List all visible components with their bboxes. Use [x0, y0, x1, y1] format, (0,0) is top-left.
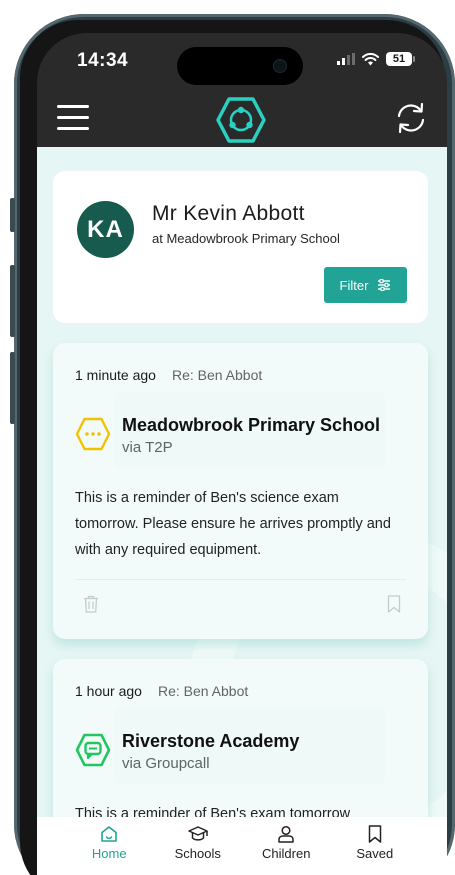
- tab-children[interactable]: Children: [246, 825, 326, 875]
- message-card[interactable]: 1 hour ago Re: Ben Abbot Riverstone Acad…: [53, 659, 428, 817]
- user-school: at Meadowbrook Primary School: [152, 231, 340, 246]
- status-bar: 14:34 51: [37, 33, 447, 93]
- trash-icon[interactable]: [83, 595, 99, 613]
- sender-via: via Groupcall: [122, 755, 210, 772]
- tab-schools[interactable]: Schools: [158, 825, 238, 875]
- bottom-tab-bar: Home Schools Children Saved: [37, 817, 447, 875]
- tab-label: Children: [262, 846, 311, 861]
- person-icon: [278, 825, 294, 843]
- divider: [75, 579, 406, 580]
- user-name: Mr Kevin Abbott: [152, 202, 305, 225]
- tab-label: Saved: [356, 846, 394, 861]
- hexagon-chat-icon: [75, 733, 111, 767]
- phone-side-button: [10, 198, 15, 232]
- tab-saved[interactable]: Saved: [335, 825, 415, 875]
- signal-icon: [337, 53, 355, 65]
- sliders-icon: [378, 279, 391, 291]
- phone-side-button: [10, 352, 15, 424]
- avatar: KA: [77, 201, 134, 258]
- filter-label: Filter: [339, 277, 369, 293]
- message-meta: 1 minute ago Re: Ben Abbot: [75, 367, 262, 383]
- message-subject: Re: Ben Abbot: [157, 683, 249, 699]
- refresh-icon[interactable]: [394, 101, 428, 135]
- app-screen: 14:34 51 KA Mr Kevin Abbott at Meadowbro…: [37, 33, 447, 875]
- profile-card: KA Mr Kevin Abbott at Meadowbrook Primar…: [53, 171, 428, 323]
- filter-button[interactable]: Filter: [324, 267, 407, 303]
- hamburger-menu-icon[interactable]: [57, 105, 89, 131]
- phone-side-button: [10, 265, 15, 337]
- bookmark-icon[interactable]: [387, 595, 401, 613]
- app-header: [37, 93, 447, 147]
- wifi-icon: [362, 52, 379, 65]
- message-meta: 1 hour ago Re: Ben Abbot: [75, 683, 248, 699]
- hexagon-dots-icon: [75, 417, 111, 451]
- battery-icon: 51: [386, 52, 415, 66]
- sender-via: via T2P: [122, 439, 173, 456]
- message-time: 1 hour ago: [75, 683, 142, 699]
- status-icons: 51: [337, 52, 415, 66]
- tab-label: Home: [91, 846, 127, 861]
- dynamic-island: [177, 47, 303, 85]
- message-card[interactable]: 1 minute ago Re: Ben Abbot Meadowbrook P…: [53, 343, 428, 639]
- tab-home[interactable]: Home: [69, 825, 149, 875]
- message-feed[interactable]: KA Mr Kevin Abbott at Meadowbrook Primar…: [37, 147, 447, 817]
- camera-icon: [273, 59, 287, 73]
- message-body: This is a reminder of Ben's science exam…: [75, 490, 391, 558]
- app-logo-icon: [216, 97, 266, 143]
- status-time: 14:34: [77, 50, 129, 71]
- sender-name: Meadowbrook Primary School: [122, 415, 381, 435]
- message-time: 1 minute ago: [75, 367, 156, 383]
- graduation-cap-icon: [188, 826, 208, 841]
- sender-name: Riverstone Academy: [122, 731, 300, 751]
- bookmark-icon: [368, 825, 381, 843]
- home-icon: [101, 826, 118, 842]
- tab-label: Schools: [174, 846, 221, 861]
- message-body: This is a reminder of Ben's exam tomorro…: [75, 806, 351, 817]
- message-subject: Re: Ben Abbot: [171, 367, 263, 383]
